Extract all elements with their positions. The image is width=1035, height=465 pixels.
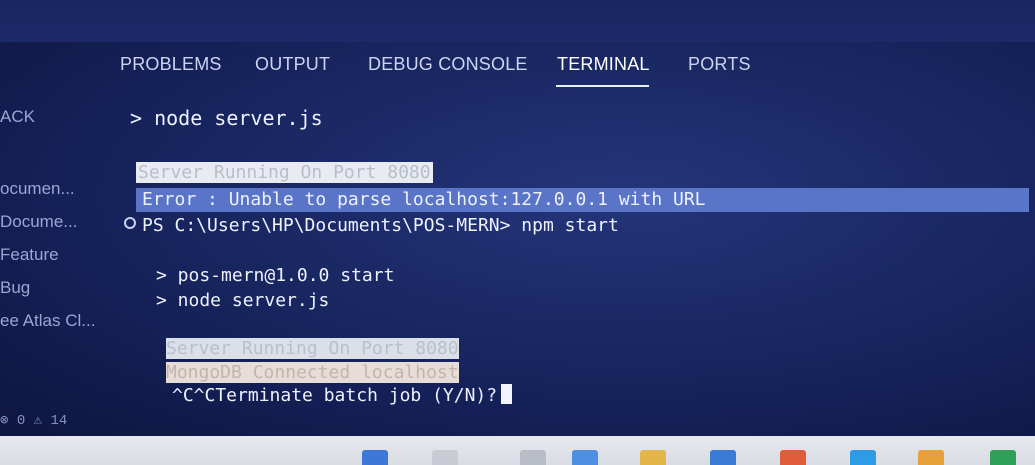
edge-icon[interactable] xyxy=(572,450,598,465)
terminal-line-2: Server Running On Port 8080 xyxy=(136,162,433,183)
tab-debug-console[interactable]: DEBUG CONSOLE xyxy=(368,54,528,75)
chrome-icon[interactable] xyxy=(918,450,944,465)
terminal-line-6: > node server.js xyxy=(156,290,330,311)
start-icon[interactable] xyxy=(362,450,388,465)
tab-output[interactable]: OUTPUT xyxy=(255,54,330,75)
terminal-input-line: ^C^CTerminate batch job (Y/N)? xyxy=(172,384,513,406)
active-tab-indicator xyxy=(556,85,649,87)
os-taskbar xyxy=(0,436,1035,465)
terminal-cursor xyxy=(501,384,513,404)
command-decoration-icon[interactable] xyxy=(124,217,136,229)
terminate-prompt: ^C^CTerminate batch job (Y/N)? xyxy=(172,385,498,406)
vscode-icon[interactable] xyxy=(850,450,876,465)
terminal-line-7: Server Running On Port 8080 xyxy=(166,338,459,359)
panel-tabs: PROBLEMS OUTPUT DEBUG CONSOLE TERMINAL P… xyxy=(120,54,760,90)
prompt-text: PS C:\Users\HP\Documents\POS-MERN> npm s… xyxy=(142,215,619,236)
editor-area-top xyxy=(0,0,1035,42)
selected-text: Server Running On Port 8080 xyxy=(166,338,459,359)
tab-problems[interactable]: PROBLEMS xyxy=(120,54,222,75)
taskview-icon[interactable] xyxy=(520,450,546,465)
app-icon[interactable] xyxy=(780,450,806,465)
terminal-output[interactable]: > node server.js Server Running On Port … xyxy=(0,100,1035,430)
file-explorer-icon[interactable] xyxy=(640,450,666,465)
terminal-line-1: > node server.js xyxy=(130,106,323,130)
search-icon[interactable] xyxy=(432,450,458,465)
selected-text: Server Running On Port 8080 xyxy=(136,162,433,183)
terminal-prompt-line: PS C:\Users\HP\Documents\POS-MERN> npm s… xyxy=(124,215,619,236)
terminal-line-8: MongoDB Connected localhost xyxy=(166,362,459,383)
tab-terminal[interactable]: TERMINAL xyxy=(557,54,650,75)
terminal-error-line: Error : Unable to parse localhost:127.0.… xyxy=(142,189,706,210)
app-icon-2[interactable] xyxy=(990,450,1016,465)
terminal-line-5: > pos-mern@1.0.0 start xyxy=(156,265,395,286)
tab-ports[interactable]: PORTS xyxy=(688,54,751,75)
selected-text: MongoDB Connected localhost xyxy=(166,362,459,383)
store-icon[interactable] xyxy=(710,450,736,465)
monitor-screen: ACK ocumen... Docume... Feature Bug ee A… xyxy=(0,0,1035,436)
